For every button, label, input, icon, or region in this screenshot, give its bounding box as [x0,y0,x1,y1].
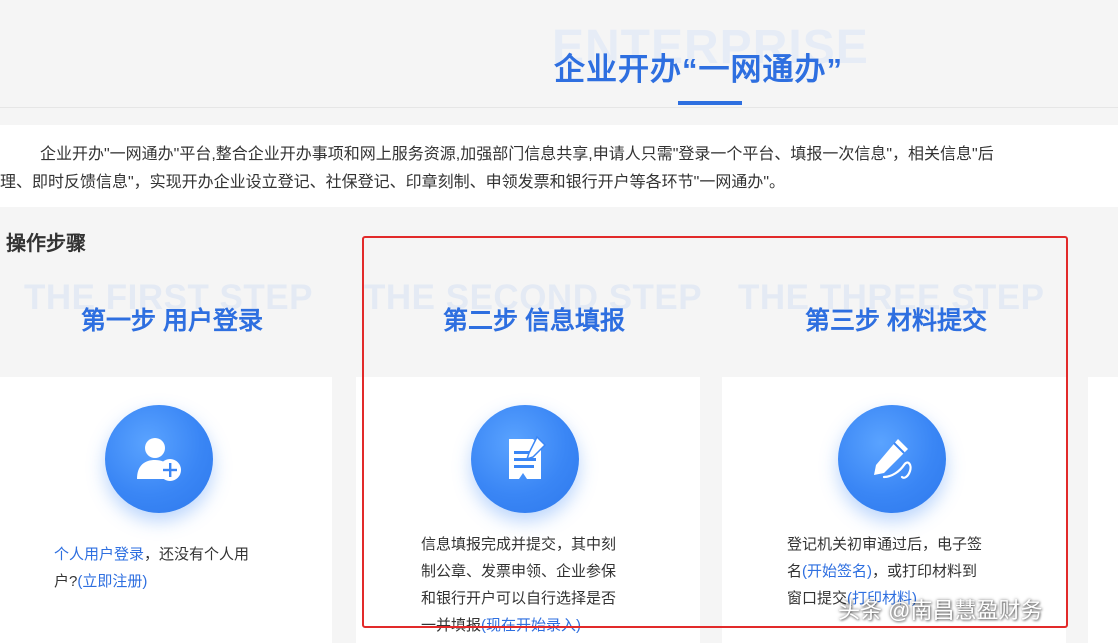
title-underline [678,101,742,105]
intro-paragraph: 企业开办"一网通办"平台,整合企业开办事项和网上服务资源,加强部门信息共享,申请… [0,141,1118,197]
step-1-header: THE FIRST STEP 第一步 用户登录 [24,278,354,348]
step-4-card-partial [1088,377,1118,643]
highlight-box [362,236,1068,628]
step-1-title: 第一步 用户登录 [81,307,263,335]
intro-line-1: 企业开办"一网通办"平台,整合企业开办事项和网上服务资源,加强部门信息共享,申请… [40,146,994,163]
step-1-text-2: 户? [54,573,78,590]
page-title: 企业开办“一网通办” [554,52,843,87]
intro-section: 企业开办"一网通办"平台,整合企业开办事项和网上服务资源,加强部门信息共享,申请… [0,125,1118,207]
register-now-link[interactable]: (立即注册) [77,573,147,590]
step-1-description: 个人用户登录，还没有个人用 户?(立即注册) [54,541,294,595]
steps-heading: 操作步骤 [6,233,86,255]
step-1-card: 个人用户登录，还没有个人用 户?(立即注册) [0,377,332,643]
watermark: 头条 @南昌慧盈财务 [838,598,1043,623]
step-1-text-1: ，还没有个人用 [144,546,250,563]
header: ENTERPRISE 企业开办“一网通办” [0,0,1118,108]
user-add-icon [105,405,213,513]
intro-line-2: 理、即时反馈信息"，实现开办企业设立登记、社保登记、印章刻制、申领发票和银行开户… [0,174,786,191]
personal-login-link[interactable]: 个人用户登录 [54,546,144,563]
